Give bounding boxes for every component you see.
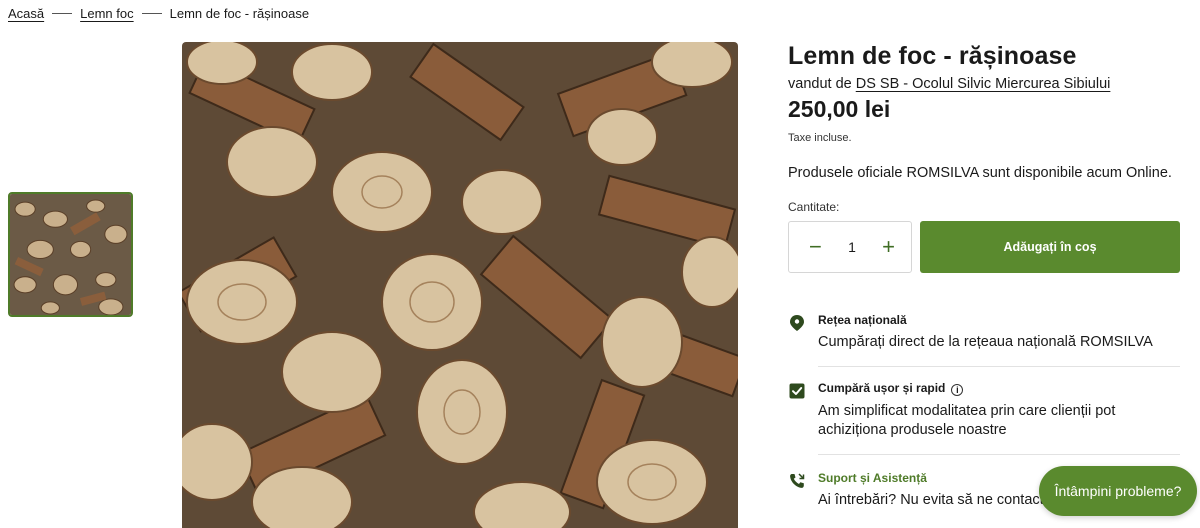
phone-icon [790,473,805,488]
info-icon[interactable]: i [951,384,964,396]
feature-title-text: Cumpără ușor și rapid [818,381,946,395]
map-pin-icon [790,315,804,331]
breadcrumb-category-link[interactable]: Lemn foc [80,6,133,21]
tax-note: Taxe incluse. [788,132,852,144]
divider [818,366,1180,367]
firewood-thumbnail-image [10,194,131,315]
vendor-prefix: vandut de [788,76,852,92]
quantity-stepper: − 1 + [788,221,912,273]
vendor-link[interactable]: DS SB - Ocolul Silvic Miercurea Sibiului [856,76,1111,92]
breadcrumb-separator [52,13,73,14]
decrease-quantity-button[interactable]: − [809,236,822,258]
breadcrumb-current: Lemn de foc - rășinoase [169,6,310,21]
feature-text: Cumpărați direct de la rețeaua națională… [818,334,1153,350]
breadcrumb-separator [141,13,162,14]
checkbox-icon [789,383,805,399]
divider [818,454,1180,455]
quantity-value[interactable]: 1 [848,239,856,255]
firewood-image [182,42,738,528]
feature-national-network: Rețea națională Cumpărați direct de la r… [788,313,1180,352]
product-price: 250,00 lei [788,96,891,122]
product-description: Produsele oficiale ROMSILVA sunt disponi… [788,165,1172,181]
add-to-cart-button[interactable]: Adăugați în coș [920,221,1180,273]
product-info: Lemn de foc - rășinoase vandut de DS SB … [788,40,1180,510]
feature-title: Cumpără ușor și rapid i [818,381,1180,396]
breadcrumb-home-link[interactable]: Acasă [8,6,44,21]
increase-quantity-button[interactable]: + [882,236,895,258]
breadcrumb: Acasă Lemn foc Lemn de foc - rășinoase [8,6,309,21]
feature-text: Am simplificat modalitatea prin care cli… [818,403,1116,438]
product-thumbnail[interactable] [8,192,133,317]
product-title: Lemn de foc - rășinoase [788,42,1077,70]
vendor-line: vandut de DS SB - Ocolul Silvic Miercure… [788,76,1180,92]
help-chat-button[interactable]: Întâmpini probleme? [1039,466,1197,516]
buy-row: − 1 + Adăugați în coș [788,221,1180,273]
feature-easy-purchase: Cumpără ușor și rapid i Am simplificat mo… [788,381,1180,440]
feature-title: Rețea națională [818,313,907,327]
product-main-image[interactable] [182,42,738,528]
quantity-label: Cantitate: [788,200,840,214]
